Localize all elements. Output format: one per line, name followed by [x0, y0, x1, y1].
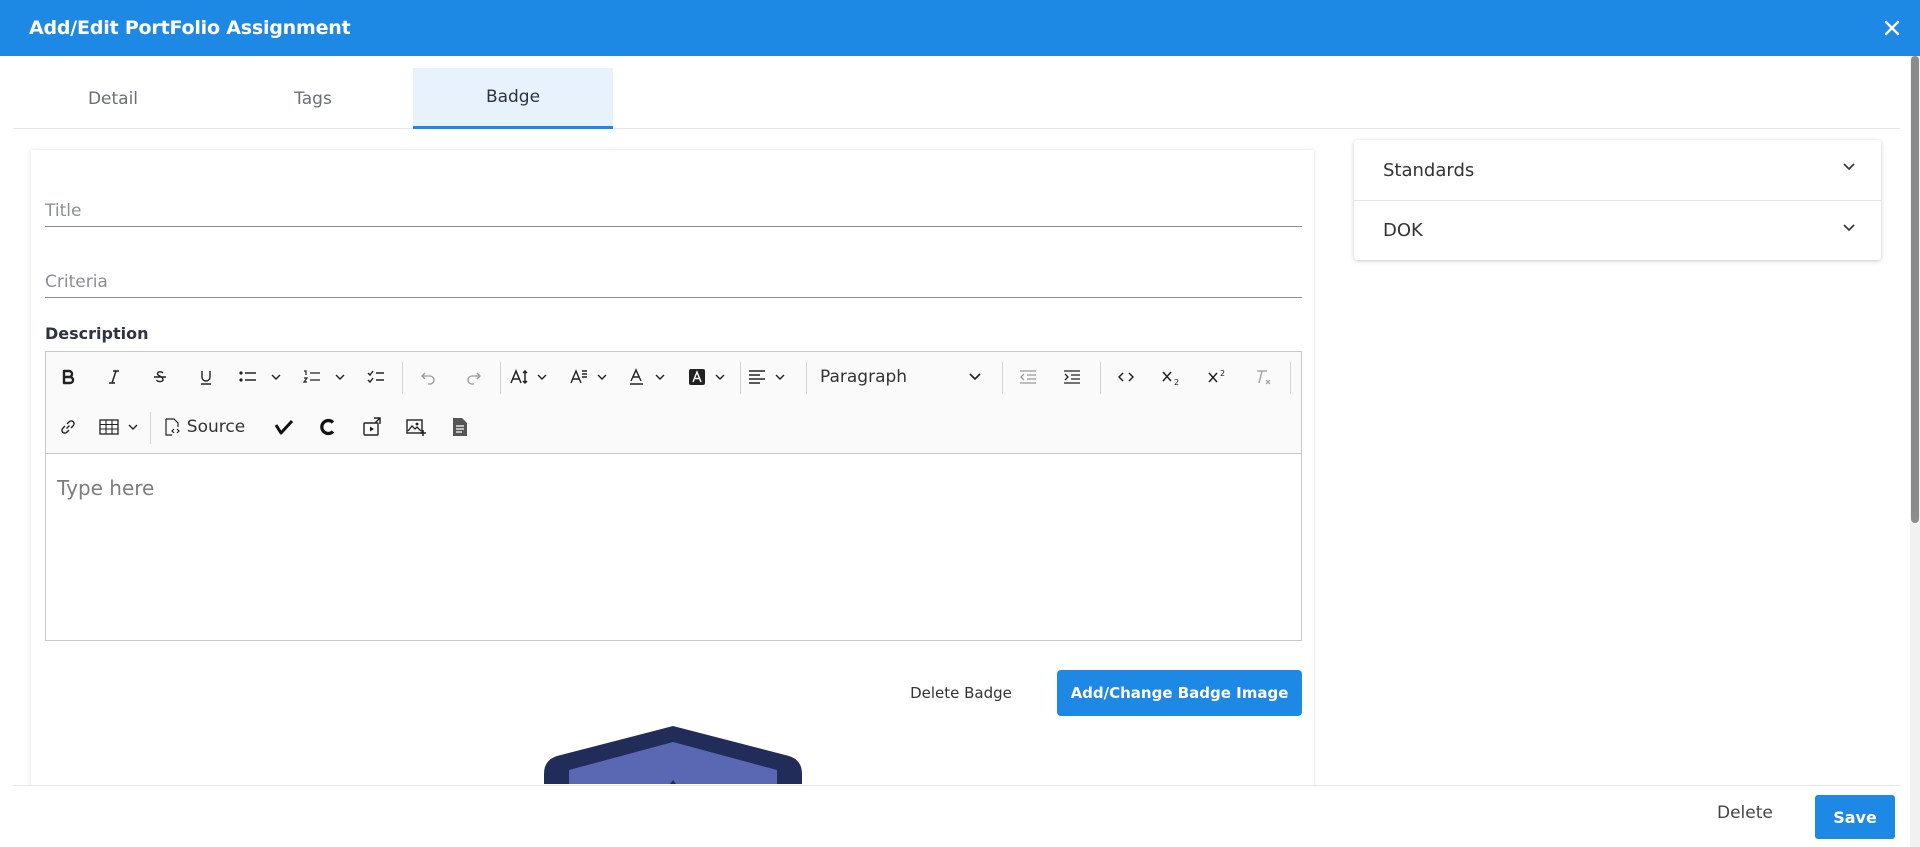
chevron-down-icon — [1843, 224, 1855, 232]
undo-button[interactable] — [412, 360, 444, 394]
accordion-dok-label: DOK — [1383, 220, 1423, 241]
outdent-button[interactable] — [1012, 360, 1044, 394]
alignment-icon — [749, 370, 785, 384]
criteria-input[interactable] — [45, 268, 1302, 296]
badge-image — [542, 724, 804, 784]
table-button[interactable] — [96, 410, 146, 444]
font-size-button[interactable] — [508, 360, 556, 394]
title-field[interactable] — [45, 197, 1302, 227]
superscript-button[interactable]: 2 — [1202, 360, 1234, 394]
tab-badge[interactable]: Badge — [413, 68, 613, 129]
delete-badge-button[interactable]: Delete Badge — [895, 670, 1027, 716]
close-icon — [1884, 20, 1900, 36]
font-color-icon — [630, 368, 665, 385]
image-icon — [406, 419, 426, 436]
delete-button[interactable]: Delete — [1717, 803, 1773, 823]
checkmark-plugin-button[interactable] — [268, 410, 300, 444]
superscript-icon: 2 — [1208, 369, 1225, 383]
bold-icon — [62, 369, 75, 385]
heading-select[interactable]: Paragraph — [816, 360, 986, 394]
accordion-standards[interactable]: Standards — [1354, 140, 1881, 200]
tab-detail[interactable]: Detail — [13, 68, 213, 129]
strikethrough-button[interactable] — [144, 360, 176, 394]
editor-placeholder: Type here — [57, 476, 155, 500]
italic-button[interactable] — [98, 360, 130, 394]
source-label: Source — [186, 417, 246, 437]
scrollbar[interactable] — [1910, 56, 1920, 847]
code-button[interactable] — [1110, 360, 1142, 394]
todo-list-icon — [367, 370, 384, 384]
accordion-dok[interactable]: DOK — [1354, 200, 1881, 260]
todo-list-button[interactable] — [360, 360, 392, 394]
underline-button[interactable] — [190, 360, 222, 394]
bulleted-list-button[interactable] — [234, 360, 286, 394]
scrollbar-thumb[interactable] — [1911, 56, 1919, 523]
chevron-down-icon — [969, 373, 981, 381]
font-color-button[interactable] — [626, 360, 674, 394]
remove-format-icon — [1257, 370, 1271, 385]
document-button[interactable] — [444, 410, 476, 444]
code-icon — [1118, 372, 1134, 382]
font-background-icon — [689, 369, 725, 385]
save-button[interactable]: Save — [1815, 795, 1895, 839]
media-button[interactable] — [356, 410, 388, 444]
indent-icon — [1064, 370, 1080, 384]
title-input[interactable] — [45, 197, 1302, 225]
description-label: Description — [45, 324, 149, 343]
media-icon — [363, 417, 381, 436]
subscript-button[interactable]: 2 — [1156, 360, 1188, 394]
editor-toolbar: Paragraph 2 2 Source — [45, 351, 1302, 454]
bulleted-list-icon — [239, 371, 281, 382]
link-icon — [61, 420, 75, 434]
c-plugin-button[interactable] — [312, 410, 344, 444]
numbered-list-icon — [302, 370, 345, 383]
checkmark-icon — [274, 419, 294, 435]
source-icon — [165, 418, 180, 436]
tab-tags[interactable]: Tags — [213, 68, 413, 129]
italic-icon — [109, 370, 119, 384]
font-size-icon — [510, 369, 547, 385]
document-icon — [453, 418, 467, 436]
font-background-button[interactable] — [686, 360, 734, 394]
indent-button[interactable] — [1056, 360, 1088, 394]
font-family-button[interactable] — [568, 360, 616, 394]
strikethrough-icon — [154, 371, 166, 383]
table-icon — [99, 419, 138, 435]
bold-button[interactable] — [52, 360, 84, 394]
image-button[interactable] — [400, 410, 432, 444]
source-button[interactable]: Source — [158, 410, 250, 444]
remove-format-button[interactable] — [1248, 360, 1280, 394]
numbered-list-button[interactable] — [298, 360, 350, 394]
tab-bar: Detail Tags Badge — [13, 68, 1900, 129]
metadata-accordion: Standards DOK — [1354, 140, 1881, 260]
c-logo-icon — [320, 418, 335, 436]
subscript-icon: 2 — [1162, 371, 1179, 386]
modal-title: Add/Edit PortFolio Assignment — [29, 17, 351, 39]
underline-icon — [201, 371, 211, 385]
alignment-button[interactable] — [746, 360, 794, 394]
heading-select-value: Paragraph — [820, 367, 908, 387]
undo-icon — [421, 372, 435, 385]
outdent-icon — [1020, 370, 1036, 384]
description-editor[interactable]: Type here — [45, 454, 1302, 641]
modal-footer: Delete Save — [13, 785, 1900, 847]
close-button[interactable] — [1878, 14, 1906, 42]
add-change-badge-image-button[interactable]: Add/Change Badge Image — [1057, 670, 1302, 716]
modal-header: Add/Edit PortFolio Assignment — [0, 0, 1920, 56]
font-family-icon — [570, 369, 607, 384]
accordion-standards-label: Standards — [1383, 159, 1475, 181]
redo-icon — [467, 372, 481, 385]
chevron-down-icon — [1843, 163, 1855, 171]
svg-text:2: 2 — [1220, 369, 1225, 378]
redo-button[interactable] — [458, 360, 490, 394]
criteria-field[interactable] — [45, 268, 1302, 298]
svg-text:2: 2 — [1174, 378, 1179, 386]
link-button[interactable] — [52, 410, 84, 444]
